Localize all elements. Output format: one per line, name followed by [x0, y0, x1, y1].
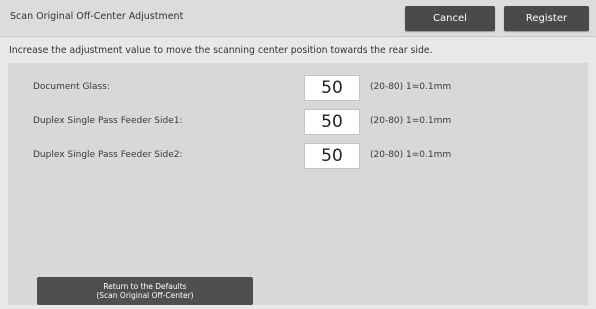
cancel-button[interactable]: Cancel: [405, 6, 495, 31]
document-glass-range: (20-80) 1=0.1mm: [370, 82, 452, 92]
defaults-button-line2: (Scan Original Off-Center): [96, 291, 194, 300]
feeder-side2-value-field[interactable]: 50: [304, 143, 360, 169]
feeder-side1-label: Duplex Single Pass Feeder Side1:: [33, 116, 183, 126]
feeder-side1-value-field[interactable]: 50: [304, 109, 360, 135]
register-button[interactable]: Register: [504, 6, 589, 31]
header-bar: Scan Original Off-Center Adjustment Canc…: [0, 0, 596, 36]
document-glass-value-field[interactable]: 50: [304, 75, 360, 101]
instruction-text: Increase the adjustment value to move th…: [9, 45, 433, 56]
feeder-side1-range: (20-80) 1=0.1mm: [370, 116, 452, 126]
feeder-side2-range: (20-80) 1=0.1mm: [370, 150, 452, 160]
settings-panel: [8, 63, 588, 305]
document-glass-label: Document Glass:: [33, 82, 110, 92]
return-to-defaults-button[interactable]: Return to the Defaults (Scan Original Of…: [37, 277, 253, 305]
adjustment-screen: Scan Original Off-Center Adjustment Canc…: [0, 0, 596, 309]
header-divider: [0, 36, 596, 37]
page-title: Scan Original Off-Center Adjustment: [10, 11, 184, 22]
feeder-side2-label: Duplex Single Pass Feeder Side2:: [33, 150, 183, 160]
defaults-button-line1: Return to the Defaults: [103, 282, 187, 291]
